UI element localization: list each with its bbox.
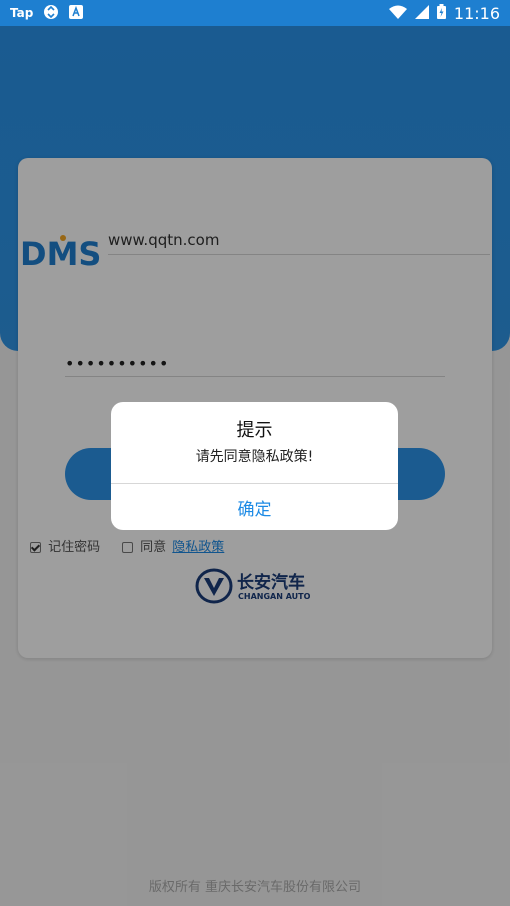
dialog-confirm-button[interactable]: 确定 xyxy=(111,484,398,530)
sync-icon xyxy=(43,4,59,23)
alert-dialog: 提示 请先同意隐私政策! 确定 xyxy=(111,402,398,530)
wifi-icon xyxy=(388,4,407,23)
status-bar: Tap 11:16 xyxy=(0,0,510,26)
tap-app-icon: Tap xyxy=(10,6,34,20)
battery-icon xyxy=(436,3,446,23)
dialog-message: 请先同意隐私政策! xyxy=(195,449,314,465)
dialog-title: 提示 xyxy=(236,420,273,441)
status-time: 11:16 xyxy=(453,3,500,23)
signal-icon xyxy=(414,4,429,23)
status-bar-left: Tap xyxy=(0,4,84,23)
status-bar-right: 11:16 xyxy=(388,3,510,23)
text-app-icon xyxy=(69,4,84,22)
